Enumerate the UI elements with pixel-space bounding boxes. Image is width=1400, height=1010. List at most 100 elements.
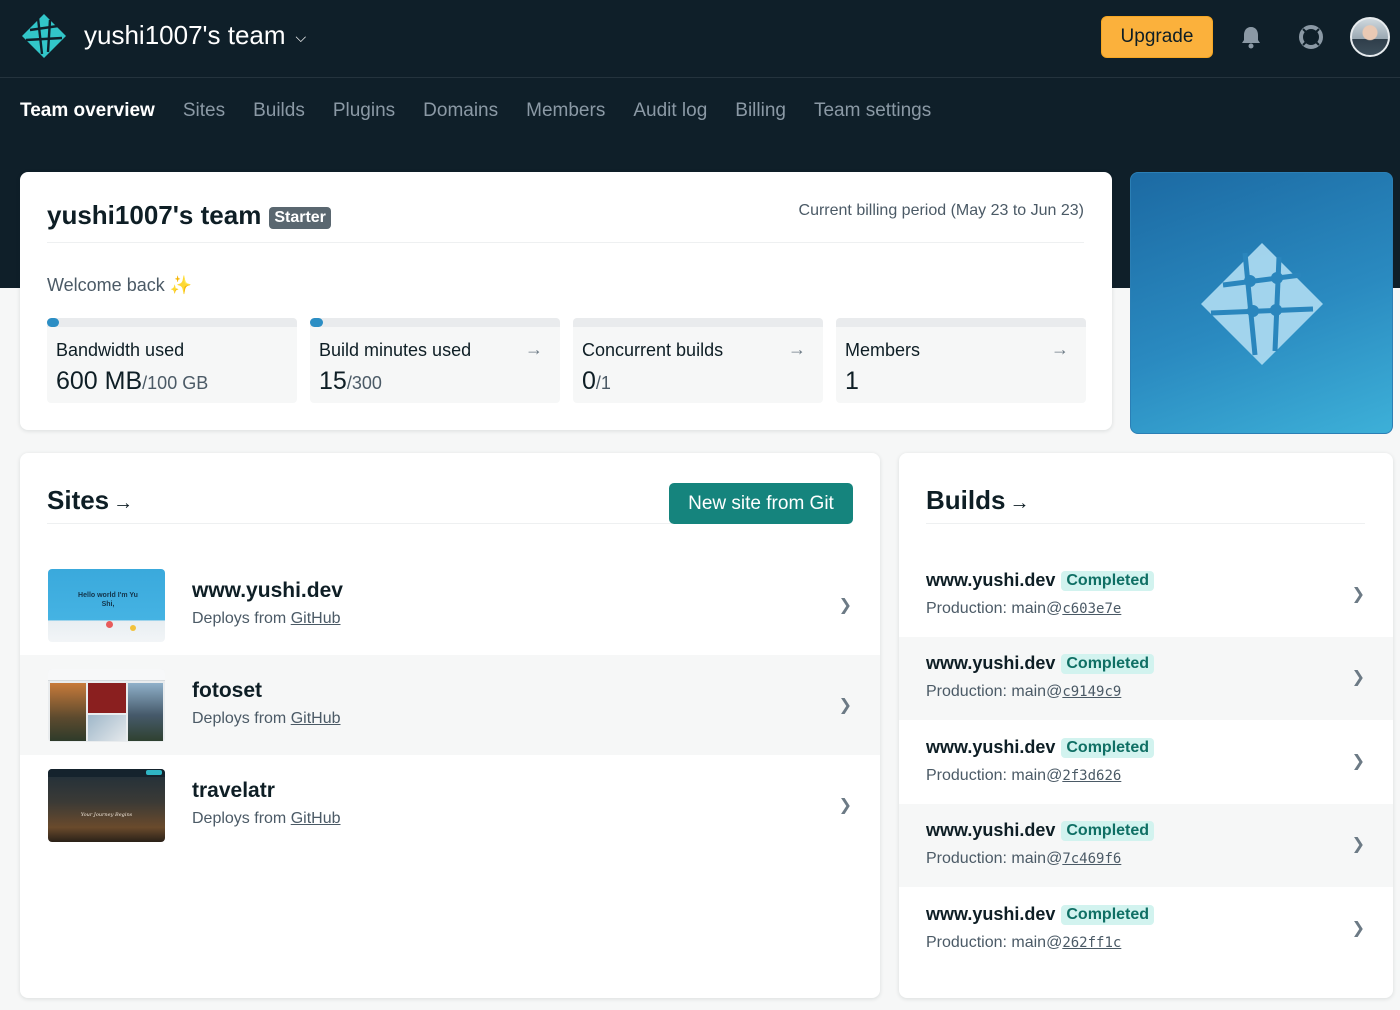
new-site-from-git-button[interactable]: New site from Git (669, 483, 853, 524)
build-branch: Production: main@ (926, 850, 1063, 867)
builds-card: Builds → www.yushi.dev Completed Productio… (899, 453, 1393, 998)
tab-members[interactable]: Members (526, 100, 605, 122)
netlify-logo-icon[interactable] (20, 12, 68, 60)
build-row[interactable]: www.yushi.dev Completed Production: main@… (899, 721, 1393, 804)
divider (47, 523, 672, 524)
build-site: www.yushi.dev (926, 570, 1056, 590)
sites-heading-link[interactable]: Sites → (47, 485, 133, 516)
site-deploy-source: Deploys from GitHub (192, 610, 341, 628)
github-link[interactable]: GitHub (291, 710, 341, 727)
status-badge: Completed (1061, 653, 1155, 674)
site-deploy-source: Deploys from GitHub (192, 810, 341, 828)
chevron-right-icon: ❯ (1351, 586, 1365, 603)
site-row[interactable]: Your Journey Begins travelatr Deploys fr… (20, 755, 880, 855)
site-name[interactable]: fotoset (192, 679, 262, 703)
bell-icon[interactable] (1234, 20, 1268, 54)
metric-value: 0/1 (582, 367, 814, 396)
build-branch: Production: main@ (926, 934, 1063, 951)
commit-link[interactable]: c9149c9 (1062, 684, 1121, 700)
team-name: yushi1007's team (84, 20, 286, 50)
team-overview-card: yushi1007's team Starter Current billing… (20, 172, 1112, 430)
build-site: www.yushi.dev (926, 820, 1056, 840)
metric-members[interactable]: Members → 1 (836, 318, 1086, 403)
metric-label: Bandwidth used (56, 340, 185, 360)
site-thumbnail: Your Journey Begins (48, 769, 165, 842)
metric-limit: /300 (346, 373, 382, 393)
commit-link[interactable]: 262ff1c (1062, 935, 1121, 951)
status-badge: Completed (1061, 570, 1155, 591)
sites-card: Sites → New site from Git Hello world I'm… (20, 453, 880, 998)
tab-sites[interactable]: Sites (183, 100, 225, 122)
tab-plugins[interactable]: Plugins (333, 100, 395, 122)
build-row[interactable]: www.yushi.dev Completed Production: main@… (899, 804, 1393, 887)
lifebuoy-icon[interactable] (1294, 20, 1328, 54)
metric-limit: /100 GB (142, 373, 209, 393)
metric-bandwidth: Bandwidth used 600 MB/100 GB (47, 318, 297, 403)
build-title: www.yushi.dev Completed (926, 820, 1155, 841)
chevron-right-icon: ❯ (838, 797, 852, 814)
build-context: Production: main@262ff1c (926, 934, 1121, 952)
divider (926, 523, 1365, 524)
site-name[interactable]: travelatr (192, 779, 275, 803)
site-row[interactable]: fotoset Deploys from GitHub ❯ (20, 655, 880, 755)
arrow-right-icon: → (525, 339, 543, 359)
status-badge: Completed (1061, 737, 1155, 758)
metric-amount: 600 MB (56, 367, 143, 395)
build-title: www.yushi.dev Completed (926, 904, 1155, 925)
metric-value: 1 (845, 367, 1077, 396)
sites-heading: Sites (47, 485, 110, 515)
build-site: www.yushi.dev (926, 737, 1056, 757)
welcome-text: Welcome back (47, 275, 165, 295)
commit-link[interactable]: 2f3d626 (1062, 768, 1121, 784)
tab-billing[interactable]: Billing (735, 100, 786, 122)
team-nav: Team overview Sites Builds Plugins Domai… (20, 100, 931, 122)
billing-period: Current billing period (May 23 to Jun 23… (798, 202, 1084, 219)
upgrade-button[interactable]: Upgrade (1101, 16, 1213, 58)
build-row[interactable]: www.yushi.dev Completed Production: main@… (899, 637, 1393, 720)
tab-builds[interactable]: Builds (253, 100, 305, 122)
metric-value: 600 MB/100 GB (56, 367, 288, 396)
user-avatar[interactable] (1350, 17, 1390, 57)
metric-label: Members (845, 340, 921, 360)
site-name[interactable]: www.yushi.dev (192, 579, 343, 603)
build-branch: Production: main@ (926, 600, 1063, 617)
builds-heading-link[interactable]: Builds → (926, 485, 1029, 516)
chevron-right-icon: ❯ (1351, 836, 1365, 853)
team-title-text: yushi1007's team (47, 200, 262, 230)
metric-concurrent-builds[interactable]: Concurrent builds → 0/1 (573, 318, 823, 403)
metric-label: Concurrent builds (582, 340, 724, 360)
tab-team-overview[interactable]: Team overview (20, 100, 155, 122)
build-row[interactable]: www.yushi.dev Completed Production: main@… (899, 888, 1393, 971)
github-link[interactable]: GitHub (291, 610, 341, 627)
chevron-down-icon: ⌵ (295, 29, 307, 45)
commit-link[interactable]: 7c469f6 (1062, 851, 1121, 867)
chevron-right-icon: ❯ (1351, 920, 1365, 937)
metric-value: 15/300 (319, 367, 551, 396)
site-deploy-source: Deploys from GitHub (192, 710, 341, 728)
github-link[interactable]: GitHub (291, 810, 341, 827)
tab-audit-log[interactable]: Audit log (633, 100, 707, 122)
team-switcher[interactable]: yushi1007's team ⌵ (84, 20, 306, 51)
site-thumbnail: Hello world I'm Yu Shi, (48, 569, 165, 642)
divider (47, 242, 1084, 243)
build-row[interactable]: www.yushi.dev Completed Production: main@… (899, 554, 1393, 637)
builds-heading: Builds (926, 485, 1006, 515)
arrow-right-icon: → (113, 492, 134, 514)
metric-build-minutes[interactable]: Build minutes used → 15/300 (310, 318, 560, 403)
status-badge: Completed (1061, 820, 1155, 841)
netlify-logo-icon (1201, 243, 1323, 365)
deploy-prefix: Deploys from (192, 810, 291, 827)
usage-metrics: Bandwidth used 600 MB/100 GB Build minut… (47, 318, 1086, 403)
usage-bar (310, 318, 323, 327)
site-row[interactable]: Hello world I'm Yu Shi, www.yushi.dev De… (20, 555, 880, 655)
top-header: yushi1007's team ⌵ Upgrade (0, 0, 1400, 78)
build-title: www.yushi.dev Completed (926, 737, 1155, 758)
metric-amount: 0 (582, 367, 596, 395)
chevron-right-icon: ❯ (1351, 753, 1365, 770)
sparkles-icon: ✨ (169, 275, 193, 295)
commit-link[interactable]: c603e7e (1062, 601, 1121, 617)
tab-team-settings[interactable]: Team settings (814, 100, 931, 122)
usage-bar (47, 318, 59, 327)
tab-domains[interactable]: Domains (423, 100, 498, 122)
build-title: www.yushi.dev Completed (926, 570, 1155, 591)
